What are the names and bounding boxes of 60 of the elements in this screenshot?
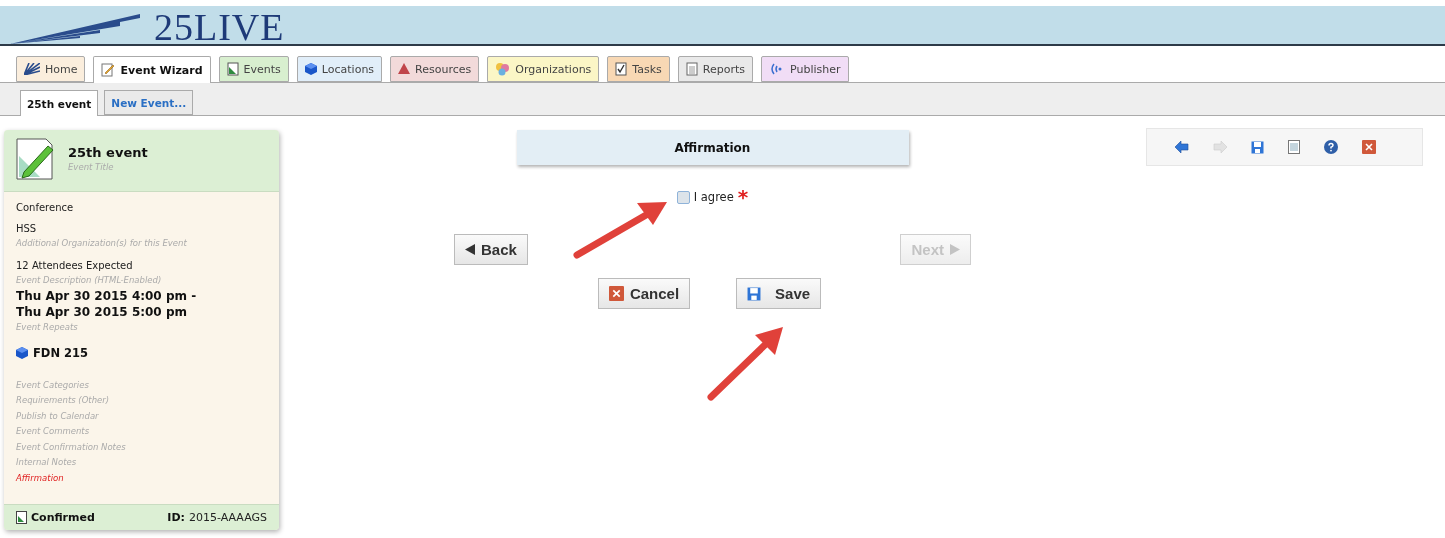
save-button[interactable]: Save xyxy=(736,278,822,309)
help-icon xyxy=(1324,140,1338,154)
summary-text: 12 Attendees Expected xyxy=(16,258,134,273)
agree-label: I agree xyxy=(693,190,734,204)
back-arrow-icon xyxy=(1175,141,1189,153)
event-status: Confirmed xyxy=(31,511,95,524)
main-tab[interactable]: Event Wizard xyxy=(93,56,211,83)
event-id: 2015-AAAAGS xyxy=(188,511,267,524)
pencil-document-icon xyxy=(16,138,56,180)
main-tab[interactable]: Reports xyxy=(677,56,754,82)
main-tab[interactable]: Events xyxy=(218,56,289,82)
right-triangle-icon xyxy=(950,244,960,255)
forward-arrow-icon xyxy=(1213,141,1227,153)
required-mark: * xyxy=(737,191,749,203)
event-tab[interactable]: 25th event xyxy=(20,90,99,116)
save-icon xyxy=(747,286,762,301)
toolbar-button[interactable] xyxy=(1362,140,1376,154)
people-icon xyxy=(495,62,511,76)
toolbar-button[interactable] xyxy=(1288,140,1300,154)
event-date: Thu Apr 30 2015 4:00 pm - Thu Apr 30 2015 5:00 pm xyxy=(16,288,198,320)
pyramid-icon xyxy=(398,63,411,75)
app-logo: 25LIVE xyxy=(154,10,285,44)
logo-icon xyxy=(10,14,140,44)
document-icon xyxy=(226,62,239,76)
sunburst-icon xyxy=(24,63,40,75)
report-icon xyxy=(685,62,698,76)
document-icon xyxy=(16,511,27,524)
id-label: ID: xyxy=(167,511,185,524)
pencil-icon xyxy=(101,63,116,77)
back-button[interactable]: Back xyxy=(454,234,528,265)
cancel-button[interactable]: Cancel xyxy=(597,278,691,309)
main-tab[interactable]: Home xyxy=(16,56,86,82)
main-tab[interactable]: Publisher xyxy=(761,56,849,82)
toolbar-button[interactable] xyxy=(1251,140,1264,154)
close-icon xyxy=(608,286,624,301)
checklist-icon xyxy=(615,62,628,76)
wizard-step-link[interactable]: Affirmation xyxy=(16,470,267,486)
main-tab[interactable]: Locations xyxy=(296,56,383,82)
save-icon xyxy=(1251,140,1264,154)
field-hint: Event Description (HTML-Enabled) xyxy=(16,273,163,287)
agree-checkbox[interactable] xyxy=(676,190,690,204)
event-title: 25th event xyxy=(68,145,148,160)
document-icon xyxy=(1288,140,1300,154)
location-name: FDN 215 xyxy=(33,345,89,360)
main-tab[interactable]: Resources xyxy=(390,56,480,82)
toolbar-button[interactable] xyxy=(1324,140,1338,154)
cube-icon xyxy=(304,63,317,75)
left-triangle-icon xyxy=(465,244,475,255)
close-icon xyxy=(1362,140,1376,154)
field-hint: Event Title xyxy=(68,161,115,174)
summary-text: HSS xyxy=(16,222,38,236)
main-tab[interactable]: Organizations xyxy=(487,56,600,82)
toolbar-button[interactable] xyxy=(1175,141,1189,153)
main-tab[interactable]: Tasks xyxy=(607,56,670,82)
field-hint: Additional Organization(s) for this Event xyxy=(16,237,188,250)
summary-text: Conference xyxy=(16,201,75,215)
cube-icon xyxy=(16,346,28,359)
field-hint: Event Repeats xyxy=(16,321,79,334)
step-heading: Affirmation xyxy=(516,130,909,165)
event-tab[interactable]: New Event... xyxy=(104,90,194,115)
